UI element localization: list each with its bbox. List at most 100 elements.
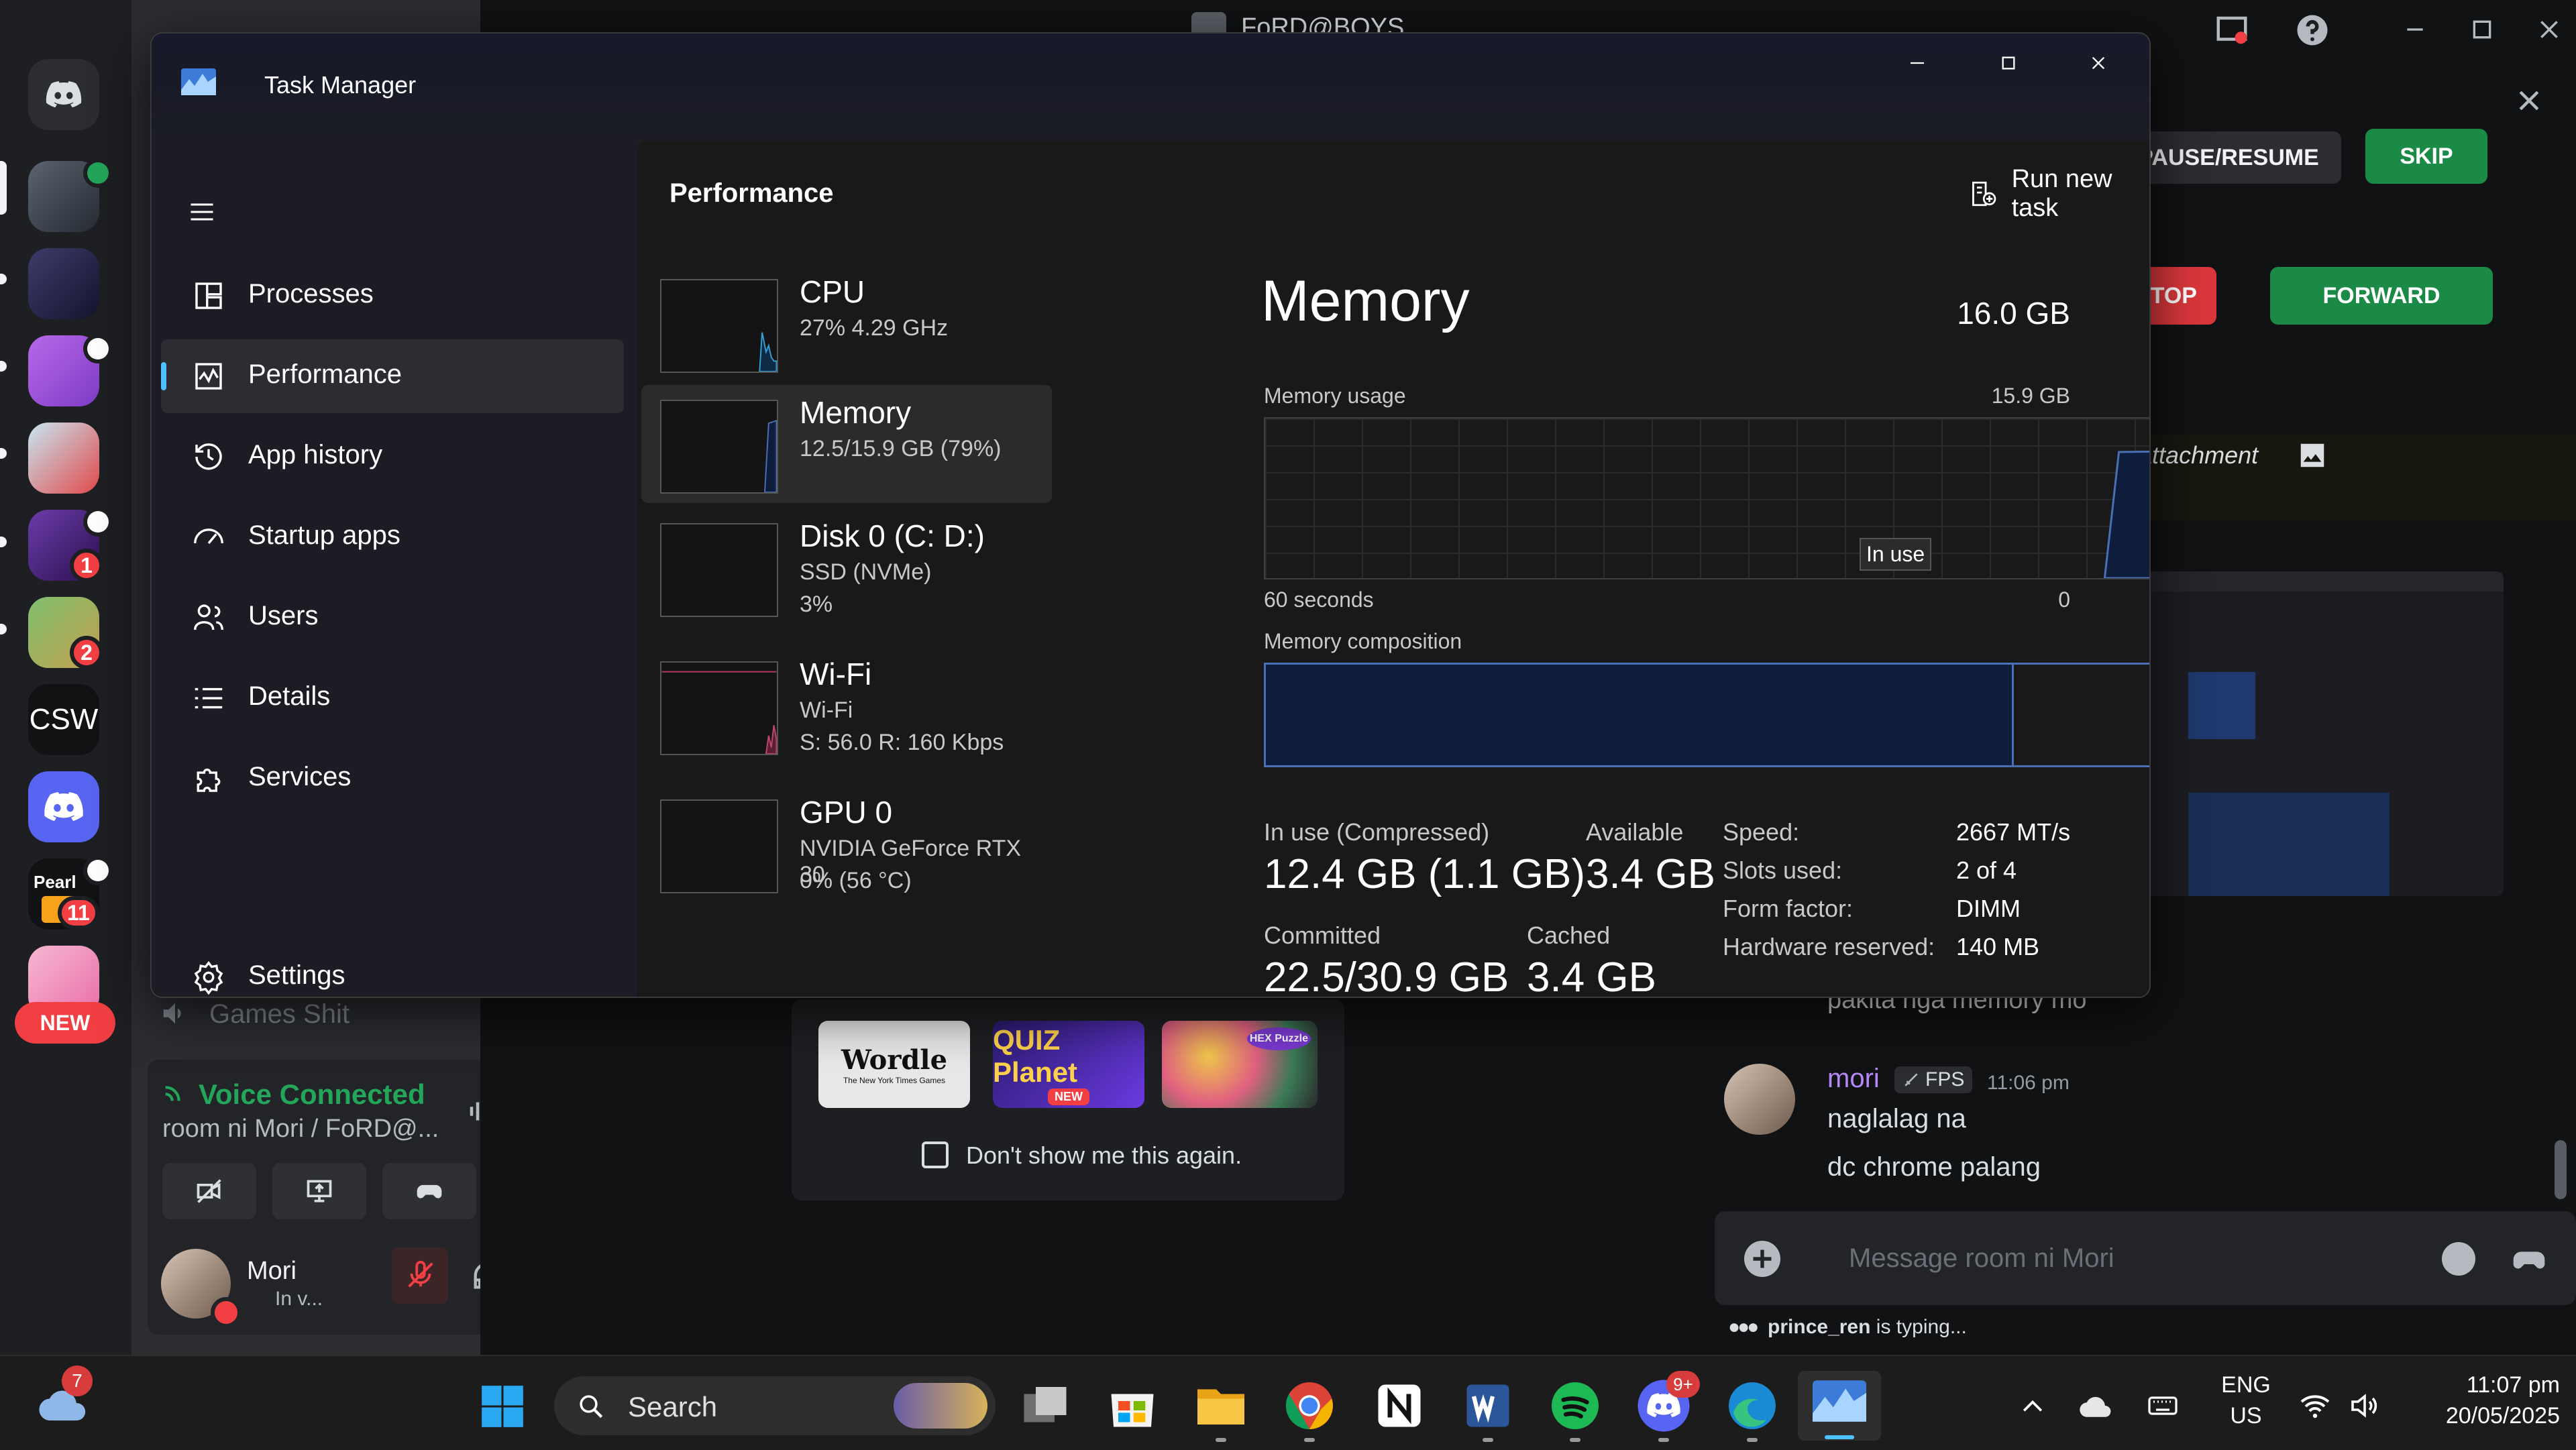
minimize-icon[interactable]: [1902, 50, 1932, 76]
minimize-icon[interactable]: [2402, 16, 2428, 43]
direct-messages-button[interactable]: [28, 59, 99, 130]
skip-button[interactable]: SKIP: [2365, 129, 2487, 184]
message-composer[interactable]: Message room ni Mori: [1715, 1211, 2576, 1305]
resource-card-wifi[interactable]: Wi-Fi Wi-Fi S: 56.0 R: 160 Kbps: [641, 647, 1052, 765]
keyboard-icon[interactable]: [2144, 1390, 2182, 1422]
chat-scrollbar[interactable]: [2555, 1140, 2567, 1199]
emoji-icon[interactable]: [2442, 1242, 2475, 1276]
run-task-icon: [1968, 177, 1998, 211]
message-time: 11:06 pm: [1987, 1072, 2070, 1094]
edge-icon[interactable]: [1724, 1378, 1780, 1434]
card-title: GPU 0: [800, 795, 893, 830]
fps-tag: FPS: [1894, 1066, 1973, 1093]
graph-tooltip: In use: [1860, 538, 1932, 571]
resource-card-disk[interactable]: Disk 0 (C: D:) SSD (NVMe) 3%: [641, 508, 1052, 626]
typing-suffix: is typing...: [1876, 1316, 1967, 1338]
dont-show-checkbox[interactable]: [922, 1141, 949, 1168]
unread-pill: [0, 274, 7, 284]
committed-value: 22.5/30.9 GB: [1264, 954, 1509, 998]
running-indicator: [1658, 1438, 1669, 1442]
close-icon[interactable]: [2084, 50, 2113, 76]
mute-button[interactable]: [392, 1247, 448, 1304]
nav-users[interactable]: Users: [161, 581, 624, 655]
activity-quiz-planet[interactable]: QUIZ Planet NEW: [993, 1021, 1144, 1108]
wifi-mini-graph: [660, 661, 778, 755]
nav-details[interactable]: Details: [161, 661, 624, 735]
input-language[interactable]: ENG: [2218, 1372, 2274, 1398]
running-indicator: [1304, 1438, 1315, 1442]
avatar[interactable]: [1724, 1064, 1795, 1135]
attach-plus-icon[interactable]: [1744, 1241, 1780, 1277]
activity-hex-puzzle[interactable]: HEX Puzzle: [1162, 1021, 1318, 1108]
maximize-icon[interactable]: [2469, 16, 2496, 43]
nav-processes[interactable]: Processes: [161, 259, 624, 333]
nav-settings[interactable]: Settings: [161, 940, 624, 997]
users-icon: [191, 600, 227, 636]
gpu-mini-graph: [660, 799, 778, 893]
wifi-icon[interactable]: [2298, 1390, 2332, 1422]
nav-performance[interactable]: Performance: [161, 339, 624, 413]
resource-card-cpu[interactable]: CPU 27% 4.29 GHz: [641, 264, 1052, 382]
quiz-title: QUIZ Planet: [993, 1023, 1078, 1088]
dont-show-label: Don't show me this again.: [966, 1141, 1242, 1169]
inbox-icon[interactable]: [2214, 12, 2250, 48]
taskbar-search[interactable]: Search: [554, 1376, 996, 1435]
fps-tag-label: FPS: [1925, 1068, 1965, 1091]
volume-icon[interactable]: [2348, 1390, 2381, 1422]
forward-button[interactable]: FORWARD: [2270, 267, 2493, 325]
resource-card-gpu[interactable]: GPU 0 NVIDIA GeForce RTX 30 0% (56 °C): [641, 785, 1052, 903]
server-milk[interactable]: [28, 423, 99, 494]
message-author[interactable]: mori: [1827, 1064, 1880, 1094]
notion-icon[interactable]: [1371, 1378, 1428, 1434]
hamburger-menu-icon[interactable]: [185, 197, 219, 227]
memory-mini-graph: [660, 400, 778, 494]
nav-app-history[interactable]: App history: [161, 420, 624, 494]
microsoft-store-icon[interactable]: [1104, 1378, 1161, 1434]
file-explorer-icon[interactable]: [1193, 1378, 1249, 1434]
activity-wordle[interactable]: Wordle The New York Times Games: [818, 1021, 970, 1108]
video-off-button[interactable]: [162, 1163, 256, 1219]
word-icon[interactable]: [1460, 1378, 1516, 1434]
gamepad-icon: [413, 1176, 445, 1206]
message-line: dc chrome palang: [1827, 1152, 2041, 1182]
chevron-up-icon[interactable]: [2018, 1391, 2047, 1420]
chrome-icon[interactable]: [1281, 1378, 1338, 1434]
close-icon[interactable]: [2514, 86, 2544, 115]
task-manager-taskbar-button[interactable]: [1798, 1371, 1881, 1441]
voice-room-name[interactable]: room ni Mori / FoRD@...: [162, 1115, 439, 1144]
memory-usage-area: [2103, 450, 2149, 578]
task-view-icon[interactable]: [1017, 1378, 1073, 1434]
active-indicator: [1825, 1435, 1854, 1439]
server-csw[interactable]: CSW: [28, 684, 99, 755]
disk-mini-graph: [660, 523, 778, 617]
clock-date[interactable]: 20/05/2025: [2399, 1403, 2560, 1429]
services-puzzle-icon: [191, 761, 227, 797]
activities-button[interactable]: [382, 1163, 476, 1219]
running-indicator: [1747, 1438, 1758, 1442]
cached-label: Cached: [1527, 922, 1611, 949]
spotify-icon[interactable]: [1547, 1378, 1603, 1434]
resource-card-memory[interactable]: Memory 12.5/15.9 GB (79%): [641, 385, 1052, 503]
gamepad-icon[interactable]: [2510, 1241, 2548, 1278]
maximize-icon[interactable]: [1994, 50, 2023, 76]
attachment-embed: e attachment: [2116, 435, 2576, 520]
clock-time[interactable]: 11:07 pm: [2399, 1372, 2560, 1398]
share-screen-button[interactable]: [272, 1163, 366, 1219]
help-icon[interactable]: [2294, 12, 2330, 48]
card-title: Wi-Fi: [800, 657, 872, 691]
windows-start-icon[interactable]: [478, 1382, 527, 1431]
attached-screenshot-image[interactable]: [2141, 571, 2504, 896]
graph-x-left: 60 seconds: [1264, 588, 1374, 612]
nav-startup-apps[interactable]: Startup apps: [161, 500, 624, 574]
run-new-task-button[interactable]: Run new task: [1968, 165, 2149, 222]
voice-channel-games-shit[interactable]: Games Shit: [209, 999, 350, 1029]
search-highlight-image: [894, 1383, 987, 1429]
performance-page: Performance Run new task CPU 27% 4.29 GH…: [637, 141, 2149, 997]
input-region[interactable]: US: [2218, 1403, 2274, 1429]
form-factor-label: Form factor:: [1723, 895, 1854, 922]
nav-services[interactable]: Services: [161, 742, 624, 816]
server-discord[interactable]: [28, 771, 99, 842]
close-icon[interactable]: [2536, 16, 2563, 43]
onedrive-cloud-icon[interactable]: [2077, 1390, 2117, 1422]
server-group-photo[interactable]: [28, 248, 99, 319]
